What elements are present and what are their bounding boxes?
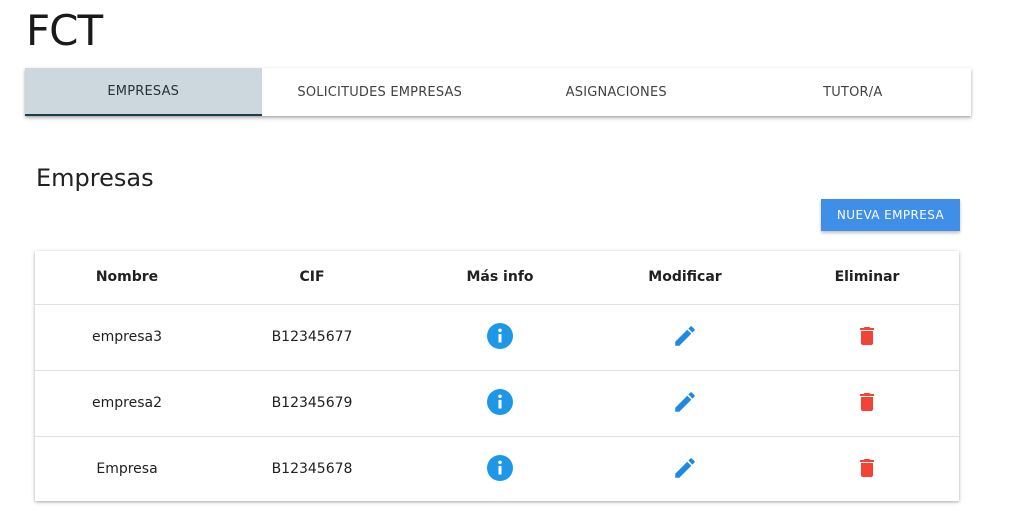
cell-cif: B12345678: [271, 461, 353, 478]
header-nombre: Nombre: [35, 251, 219, 305]
cell-nombre: empresa2: [35, 370, 219, 437]
trash-icon[interactable]: [853, 388, 881, 416]
cell-info: [405, 304, 595, 371]
cell-cif: B12345679: [219, 370, 405, 437]
companies-table-card: Nombre CIF Más info Modificar Eliminar e…: [35, 251, 959, 501]
cell-modificar: [595, 436, 775, 502]
tab-tutor[interactable]: TUTOR/A: [735, 68, 972, 116]
page-title: Empresas: [36, 164, 154, 192]
table-row: Empresa B12345678: [35, 436, 959, 502]
new-company-button[interactable]: NUEVA EMPRESA: [821, 199, 960, 231]
app-title: FCT: [26, 6, 103, 55]
cell-modificar: [595, 370, 775, 437]
pencil-icon[interactable]: [671, 454, 699, 482]
cell-info: [405, 436, 595, 502]
cell-nombre: empresa3: [35, 304, 219, 371]
table-row: empresa2 B12345679: [35, 370, 959, 437]
header-modificar: Modificar: [595, 251, 775, 305]
cell-info: [405, 370, 595, 437]
tab-solicitudes-empresas[interactable]: SOLICITUDES EMPRESAS: [262, 68, 499, 116]
pencil-icon[interactable]: [671, 388, 699, 416]
header-eliminar: Eliminar: [775, 251, 959, 305]
trash-icon[interactable]: [853, 454, 881, 482]
cell-eliminar: [775, 436, 959, 502]
cell-eliminar: [775, 370, 959, 437]
cell-nombre: Empresa: [96, 461, 158, 478]
table-header-row: Nombre CIF Más info Modificar Eliminar: [35, 251, 959, 305]
header-cif: CIF: [219, 251, 405, 305]
table-row: empresa3 B12345677: [35, 304, 959, 371]
pencil-icon[interactable]: [671, 322, 699, 350]
cell-eliminar: [775, 304, 959, 371]
companies-table: Nombre CIF Más info Modificar Eliminar e…: [35, 251, 959, 502]
tab-bar: EMPRESAS SOLICITUDES EMPRESAS ASIGNACION…: [25, 68, 971, 116]
info-icon[interactable]: [486, 388, 514, 416]
header-mas-info: Más info: [405, 251, 595, 305]
cell-modificar: [595, 304, 775, 371]
tab-empresas[interactable]: EMPRESAS: [25, 68, 262, 116]
cell-cif: B12345677: [219, 304, 405, 371]
info-icon[interactable]: [486, 322, 514, 350]
info-icon[interactable]: [486, 454, 514, 482]
tab-asignaciones[interactable]: ASIGNACIONES: [498, 68, 735, 116]
trash-icon[interactable]: [853, 322, 881, 350]
